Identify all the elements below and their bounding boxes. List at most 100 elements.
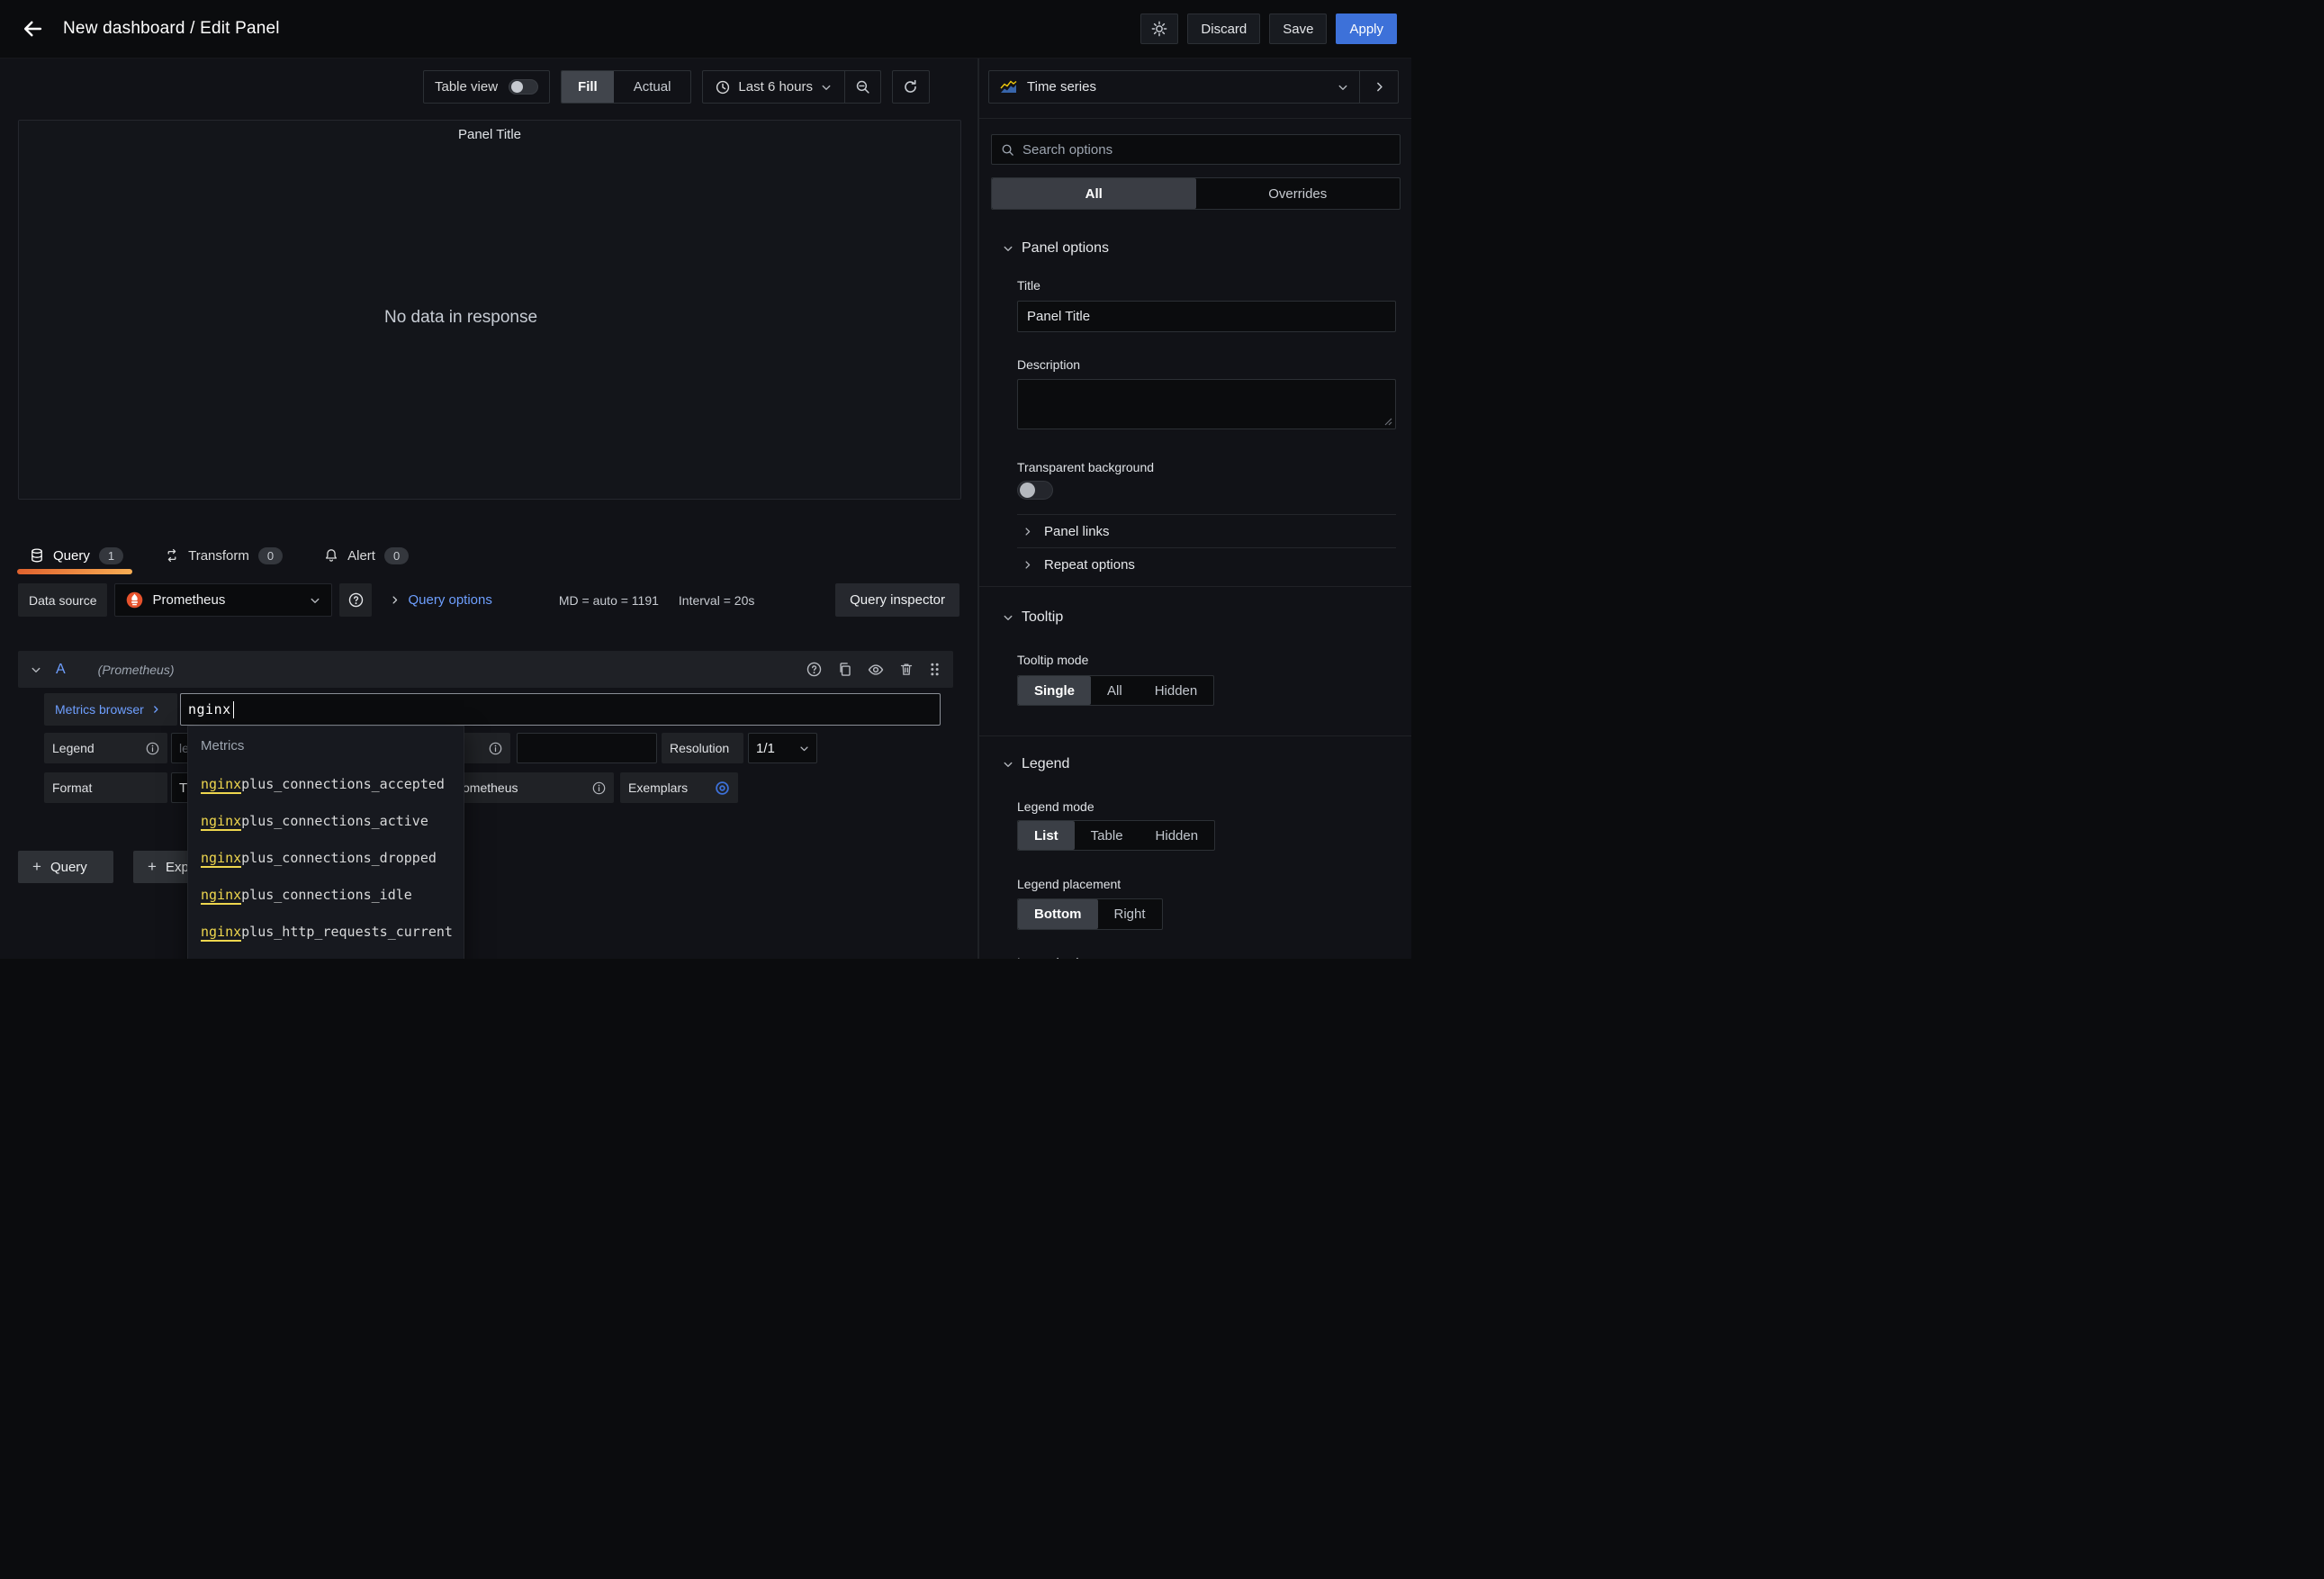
search-placeholder: Search options	[1022, 142, 1112, 158]
grafana-edit-panel: New dashboard / Edit Panel Discard Save …	[0, 0, 1411, 959]
query-inspector-button[interactable]: Query inspector	[835, 583, 959, 617]
tooltip-mode-hidden[interactable]: Hidden	[1139, 676, 1214, 705]
save-button[interactable]: Save	[1269, 14, 1327, 44]
tab-alert[interactable]: Alert 0	[324, 547, 409, 564]
chevron-right-icon	[1022, 527, 1032, 537]
visualization-picker: Time series	[988, 70, 1399, 104]
resolution-select[interactable]: 1/1	[748, 733, 817, 763]
filter-tab-overrides[interactable]: Overrides	[1196, 178, 1401, 209]
datasource-picker[interactable]: Prometheus	[114, 583, 332, 617]
suggestion-rest: plus_connections_dropped	[241, 850, 437, 866]
legend-placement-right[interactable]: Right	[1098, 899, 1162, 929]
panel-links-row[interactable]: Panel links	[1017, 515, 1396, 547]
help-icon[interactable]	[806, 662, 822, 677]
metric-suggestion[interactable]: nginxplus_connections_idle	[188, 877, 464, 914]
match-highlight: nginx	[201, 813, 241, 831]
chevron-down-icon	[1338, 82, 1348, 93]
zoom-out-time-button[interactable]	[844, 71, 880, 103]
panel-links-label: Panel links	[1044, 524, 1110, 539]
datasource-selected: Prometheus	[152, 592, 225, 608]
chevron-down-icon	[821, 82, 832, 93]
resize-handle-icon[interactable]	[1384, 418, 1392, 426]
exemplars-control: Exemplars	[620, 772, 738, 803]
transparent-bg-toggle[interactable]	[1017, 481, 1053, 500]
repeat-options-row[interactable]: Repeat options	[1017, 548, 1396, 581]
min-step-input[interactable]	[517, 733, 657, 763]
time-range-control: Last 6 hours	[702, 70, 881, 104]
legend-mode-table[interactable]: Table	[1075, 821, 1139, 850]
tooltip-header[interactable]: Tooltip	[1003, 609, 1401, 627]
table-view-control: Table view	[423, 70, 550, 104]
info-circle-icon[interactable]	[489, 742, 502, 755]
legend-mode-list[interactable]: List	[1018, 821, 1075, 850]
transparent-bg-label: Transparent background	[1017, 461, 1396, 474]
trash-icon[interactable]	[899, 662, 914, 677]
refresh-button[interactable]	[892, 70, 930, 104]
duplicate-icon[interactable]	[837, 662, 852, 677]
no-data-message: No data in response	[19, 308, 903, 328]
panel-settings-button[interactable]	[1140, 14, 1178, 44]
filter-tab-all[interactable]: All	[992, 178, 1196, 209]
tooltip-mode-single[interactable]: Single	[1018, 676, 1091, 705]
clock-icon	[716, 80, 730, 95]
options-pane: Search options All Overrides Panel optio…	[979, 118, 1411, 959]
tab-query-label: Query	[53, 548, 90, 564]
metric-query-text: nginx	[188, 701, 231, 717]
query-ref-id: A	[56, 662, 66, 678]
chevron-right-icon	[390, 595, 400, 605]
options-search-input[interactable]: Search options	[991, 134, 1401, 165]
chevron-down-icon[interactable]	[31, 664, 41, 675]
eye-icon[interactable]	[868, 662, 884, 678]
actual-option[interactable]: Actual	[614, 71, 691, 103]
metric-suggestion[interactable]: nginxplus_connections_dropped	[188, 840, 464, 877]
chevron-down-icon	[1003, 759, 1013, 770]
legend-header[interactable]: Legend	[1003, 755, 1401, 773]
info-circle-icon[interactable]	[146, 742, 159, 755]
legend-mode-control: List Table Hidden	[1017, 820, 1215, 851]
match-highlight: nginx	[201, 924, 241, 942]
discard-button[interactable]: Discard	[1187, 14, 1260, 44]
metrics-browser-button[interactable]: Metrics browser	[44, 693, 177, 726]
transform-icon	[165, 548, 179, 563]
dropdown-list: nginxplus_connections_accepted nginxplus…	[188, 766, 464, 951]
add-query-button[interactable]: + Query	[18, 851, 113, 883]
legend-label-text: Legend	[52, 741, 95, 755]
query-options-toggle[interactable]: Query options	[390, 583, 491, 617]
fill-option[interactable]: Fill	[562, 71, 614, 103]
metric-query-input[interactable]: nginx	[180, 693, 941, 726]
legend-placement-bottom[interactable]: Bottom	[1018, 899, 1098, 929]
header-actions: Discard Save Apply	[1140, 14, 1397, 44]
exemplars-toggle-icon[interactable]	[715, 780, 730, 796]
options-filter-tabs: All Overrides	[991, 177, 1401, 210]
collapse-options-button[interactable]	[1359, 71, 1398, 103]
tab-alert-label: Alert	[347, 548, 375, 564]
table-view-toggle[interactable]	[509, 79, 538, 95]
back-button[interactable]	[14, 11, 50, 47]
legend-mode-hidden[interactable]: Hidden	[1139, 821, 1215, 850]
panel-description-textarea[interactable]	[1017, 379, 1396, 429]
info-circle-icon[interactable]	[592, 781, 606, 795]
panel-title-input[interactable]: Panel Title	[1017, 301, 1396, 332]
query-row-header[interactable]: A (Prometheus)	[18, 651, 953, 688]
time-range-picker[interactable]: Last 6 hours	[703, 71, 844, 103]
metric-suggestion[interactable]: nginxplus_connections_accepted	[188, 766, 464, 803]
datasource-help-button[interactable]	[339, 583, 372, 617]
tooltip-mode-all[interactable]: All	[1091, 676, 1139, 705]
metric-suggestion[interactable]: nginxplus_http_requests_current	[188, 914, 464, 951]
metric-suggestion[interactable]: nginxplus_connections_active	[188, 803, 464, 840]
timeseries-viz-icon	[1000, 80, 1018, 94]
panel-options-header[interactable]: Panel options	[1003, 239, 1401, 257]
format-options-row: Format Time series Prometheus Exemplars	[0, 772, 978, 803]
tab-query[interactable]: Query 1	[30, 547, 123, 564]
drag-handle-icon[interactable]	[929, 662, 941, 677]
apply-button[interactable]: Apply	[1336, 14, 1397, 44]
visualization-select[interactable]: Time series	[989, 71, 1359, 103]
tab-transform[interactable]: Transform 0	[165, 547, 283, 564]
bell-icon	[324, 548, 338, 563]
question-circle-icon	[348, 592, 364, 608]
chevron-right-icon	[1374, 81, 1385, 93]
time-range-label: Last 6 hours	[738, 79, 813, 95]
tooltip-title: Tooltip	[1022, 609, 1063, 626]
tooltip-content: Tooltip mode Single All Hidden	[1017, 654, 1396, 706]
exemplars-source-label: Prometheus	[442, 772, 614, 803]
